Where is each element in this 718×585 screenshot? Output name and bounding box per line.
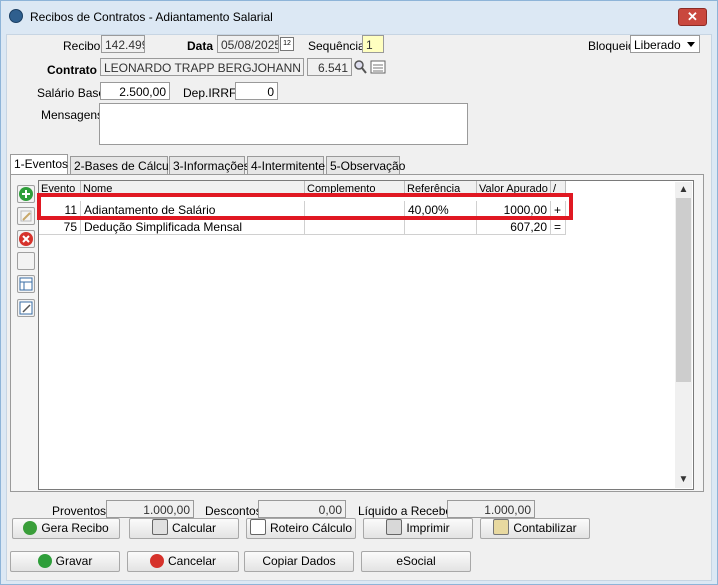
window-title: Recibos de Contratos - Adiantamento Sala… — [30, 10, 273, 24]
close-button[interactable]: ✕ — [678, 8, 707, 26]
recibo-field[interactable]: 142.499 — [101, 35, 145, 53]
chevron-down-icon — [687, 42, 695, 47]
depirrf-field[interactable]: 0 — [235, 82, 278, 100]
form-edit-icon — [19, 301, 33, 315]
data-label: Data — [187, 39, 214, 53]
scroll-up-icon[interactable]: ▲ — [675, 184, 692, 195]
cancel-icon — [149, 554, 164, 568]
table-row-2-complemento[interactable] — [305, 218, 405, 235]
ledger-icon — [493, 519, 510, 535]
descontos-label: Descontos — [205, 504, 262, 518]
highlight-box — [37, 193, 573, 220]
table-row-2-nome[interactable]: Dedução Simplificada Mensal — [81, 218, 305, 235]
tab-bases-calculo[interactable]: 2-Bases de Cálculo — [70, 156, 178, 174]
calcular-button[interactable]: Calcular — [129, 518, 239, 539]
roteiro-label: Roteiro Cálculo — [269, 521, 353, 535]
copiar-dados-button[interactable]: Copiar Dados — [244, 551, 354, 572]
tab-eventos[interactable]: 1-Eventos — [10, 154, 68, 175]
tab-bar: 1-Eventos 2-Bases de Cálculo 3-Informaçõ… — [10, 154, 706, 175]
check-icon — [37, 554, 52, 568]
bloqueio-label: Bloqueio — [588, 39, 635, 53]
columns-icon — [19, 277, 33, 291]
calcular-label: Calcular — [171, 521, 216, 535]
date-field[interactable]: 05/08/2025 — [217, 35, 279, 53]
gravar-label: Gravar — [55, 554, 93, 568]
columns-tool-button[interactable] — [17, 275, 35, 293]
contrato-code-field[interactable]: 6.541 — [307, 58, 352, 76]
add-event-button[interactable] — [17, 185, 35, 203]
blank-tool-button[interactable] — [17, 252, 35, 270]
salario-label: Salário Base — [37, 86, 106, 100]
recibo-label: Recibo — [63, 39, 101, 53]
add-icon — [19, 187, 33, 201]
cancelar-label: Cancelar — [167, 554, 217, 568]
magnifier-icon — [249, 519, 266, 535]
proventos-label: Proventos — [52, 504, 107, 518]
table-row-2-evento[interactable]: 75 — [39, 218, 81, 235]
bloqueio-select-value: Liberado — [634, 38, 681, 52]
copiar-label: Copiar Dados — [262, 554, 336, 568]
descontos-field: 0,00 — [258, 500, 346, 518]
esocial-button[interactable]: eSocial — [361, 551, 471, 572]
search-icon[interactable] — [353, 58, 368, 76]
pencil-icon — [20, 210, 32, 222]
gravar-button[interactable]: Gravar — [10, 551, 120, 572]
cancelar-button[interactable]: Cancelar — [127, 551, 239, 572]
sequencia-label: Sequência — [308, 39, 365, 53]
sequencia-field[interactable]: 1 — [362, 35, 384, 53]
edit-event-button[interactable] — [17, 207, 35, 225]
roteiro-calculo-button[interactable]: Roteiro Cálculo — [246, 518, 356, 539]
arrow-icon — [23, 521, 38, 535]
list-icon[interactable] — [370, 58, 386, 76]
tab-intermitente[interactable]: 4-Intermitente — [247, 156, 325, 174]
contrato-label: Contrato — [47, 63, 97, 77]
tab-observacao[interactable]: 5-Observação — [326, 156, 405, 174]
salario-field[interactable]: 2.500,00 — [100, 82, 170, 100]
depirrf-label: Dep.IRRF — [183, 86, 237, 100]
contabilizar-label: Contabilizar — [513, 521, 577, 535]
form-edit-tool-button[interactable] — [17, 299, 35, 317]
gera-recibo-label: Gera Recibo — [41, 521, 109, 535]
table-row-2-valor[interactable]: 607,20 — [477, 218, 551, 235]
table-row-2-referencia[interactable] — [405, 218, 477, 235]
mensagens-label: Mensagens — [41, 108, 104, 122]
liquido-label: Líquido a Receber — [358, 504, 457, 518]
liquido-field: 1.000,00 — [447, 500, 535, 518]
contabilizar-button[interactable]: Contabilizar — [480, 518, 590, 539]
tab-informacoes[interactable]: 3-Informações — [169, 156, 250, 174]
delete-event-button[interactable] — [17, 230, 35, 248]
imprimir-label: Imprimir — [406, 521, 450, 535]
imprimir-button[interactable]: Imprimir — [363, 518, 473, 539]
calculator-icon — [151, 519, 168, 535]
events-grid: Evento Nome Complemento Referência Valor… — [38, 180, 694, 490]
app-icon — [9, 9, 23, 23]
contrato-name-field[interactable]: LEONARDO TRAPP BERGJOHANN — [100, 58, 304, 76]
table-row-2-sinal[interactable]: = — [551, 218, 566, 235]
proventos-field: 1.000,00 — [106, 500, 194, 518]
grid-scrollbar-thumb[interactable] — [676, 198, 691, 382]
scroll-down-icon[interactable]: ▼ — [675, 474, 692, 485]
bloqueio-select[interactable]: Liberado — [630, 35, 700, 53]
calendar-icon[interactable]: 12 — [280, 37, 294, 51]
gera-recibo-button[interactable]: Gera Recibo — [12, 518, 120, 539]
mensagens-textarea[interactable] — [99, 103, 468, 145]
esocial-label: eSocial — [396, 554, 436, 568]
printer-icon — [386, 519, 403, 535]
delete-icon — [19, 232, 33, 246]
